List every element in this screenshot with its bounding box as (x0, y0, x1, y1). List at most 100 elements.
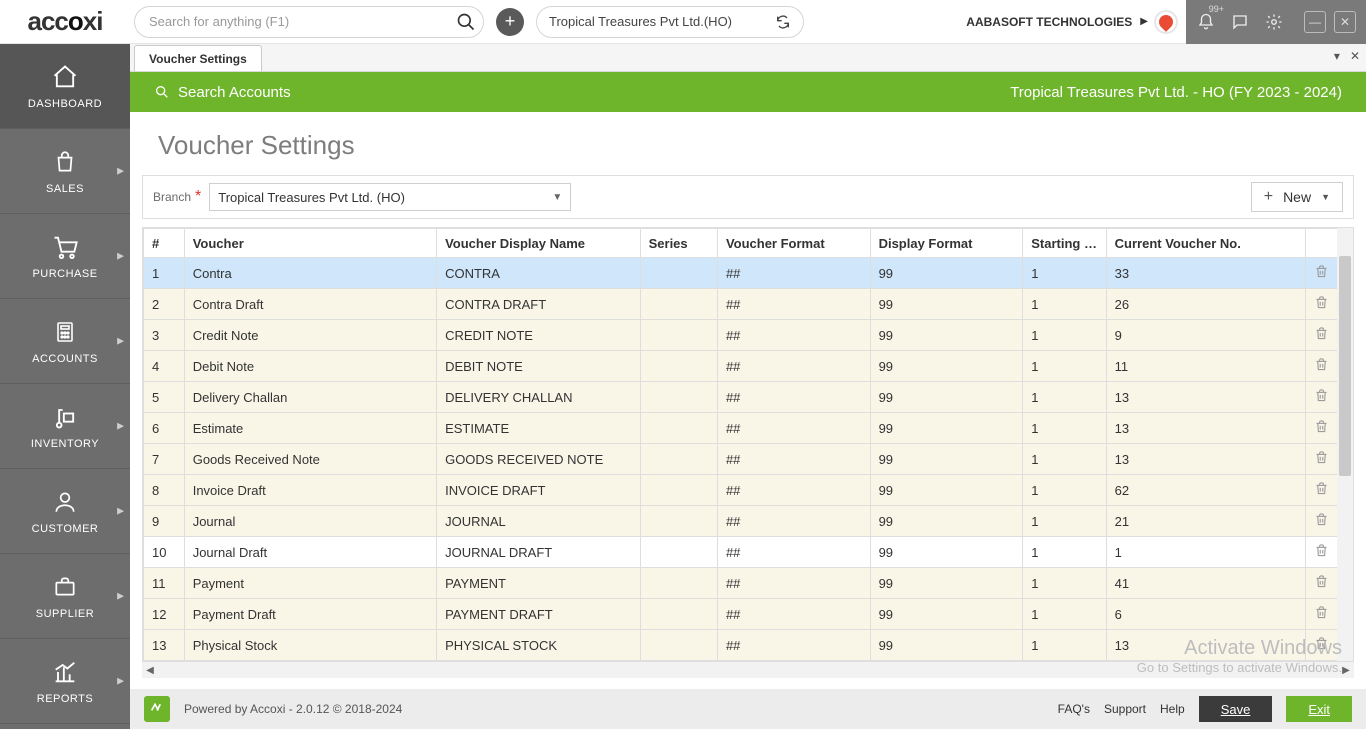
table-row[interactable]: 5Delivery ChallanDELIVERY CHALLAN##99113 (144, 382, 1353, 413)
table-row[interactable]: 4Debit NoteDEBIT NOTE##99111 (144, 351, 1353, 382)
cell-current: 13 (1106, 444, 1305, 475)
chart-icon (50, 657, 80, 687)
cell-display: PAYMENT DRAFT (437, 599, 641, 630)
scroll-left-icon[interactable]: ◀ (142, 662, 158, 678)
cell-current: 26 (1106, 289, 1305, 320)
quick-add-button[interactable]: + (496, 8, 524, 36)
cell-series (640, 351, 717, 382)
sidebar-item-purchase[interactable]: PURCHASE ▶ (0, 214, 130, 299)
sidebar-item-dashboard[interactable]: DASHBOARD (0, 44, 130, 129)
company-switcher[interactable]: Tropical Treasures Pvt Ltd.(HO) (536, 6, 804, 38)
sidebar-item-customer[interactable]: CUSTOMER ▶ (0, 469, 130, 554)
new-button[interactable]: + New ▼ (1251, 182, 1343, 212)
support-link[interactable]: Support (1104, 702, 1146, 716)
delete-row-button[interactable] (1314, 481, 1329, 496)
cell-dformat: 99 (870, 382, 1023, 413)
chevron-right-icon: ▶ (117, 506, 124, 517)
header-voucher[interactable]: Voucher (184, 229, 436, 258)
footer-powered: Powered by Accoxi - 2.0.12 © 2018-2024 (184, 702, 402, 716)
chevron-right-icon: ▶ (117, 591, 124, 602)
search-accounts-button[interactable]: Search Accounts (154, 84, 291, 101)
tab-menu-icon[interactable]: ▾ (1334, 49, 1340, 63)
exit-button[interactable]: Exit (1286, 696, 1352, 722)
cell-idx: 10 (144, 537, 185, 568)
cell-current: 11 (1106, 351, 1305, 382)
cell-idx: 5 (144, 382, 185, 413)
header-idx[interactable]: # (144, 229, 185, 258)
header-display-format[interactable]: Display Format (870, 229, 1023, 258)
chat-icon[interactable] (1230, 12, 1250, 32)
delete-row-button[interactable] (1314, 264, 1329, 279)
bell-icon[interactable]: 99+ (1196, 12, 1216, 32)
delete-row-button[interactable] (1314, 636, 1329, 651)
close-button[interactable]: ✕ (1334, 11, 1356, 33)
delete-row-button[interactable] (1314, 605, 1329, 620)
sidebar-item-inventory[interactable]: INVENTORY ▶ (0, 384, 130, 469)
search-icon[interactable] (456, 12, 476, 32)
horizontal-scrollbar[interactable]: ◀ ▶ (142, 662, 1354, 678)
table-row[interactable]: 6EstimateESTIMATE##99113 (144, 413, 1353, 444)
cell-format: ## (717, 382, 870, 413)
cell-current: 13 (1106, 413, 1305, 444)
cell-format: ## (717, 351, 870, 382)
branch-select[interactable]: Tropical Treasures Pvt Ltd. (HO) ▼ (209, 183, 571, 211)
table-row[interactable]: 11PaymentPAYMENT##99141 (144, 568, 1353, 599)
table-row[interactable]: 7Goods Received NoteGOODS RECEIVED NOTE#… (144, 444, 1353, 475)
cell-series (640, 258, 717, 289)
sidebar-item-supplier[interactable]: SUPPLIER ▶ (0, 554, 130, 639)
cell-dformat: 99 (870, 258, 1023, 289)
cell-voucher: Contra (184, 258, 436, 289)
tab-voucher-settings[interactable]: Voucher Settings (134, 45, 262, 71)
tenant-name[interactable]: AABASOFT TECHNOLOGIES (966, 15, 1132, 29)
cell-format: ## (717, 630, 870, 661)
chevron-right-icon: ▶ (117, 251, 124, 262)
faqs-link[interactable]: FAQ's (1058, 702, 1090, 716)
company-context: Tropical Treasures Pvt Ltd. - HO (FY 202… (1010, 84, 1342, 101)
header-current[interactable]: Current Voucher No. (1106, 229, 1305, 258)
company-name: Tropical Treasures Pvt Ltd.(HO) (549, 14, 775, 29)
sidebar-item-accounts[interactable]: ACCOUNTS ▶ (0, 299, 130, 384)
save-button[interactable]: Save (1199, 696, 1273, 722)
delete-row-button[interactable] (1314, 419, 1329, 434)
delete-row-button[interactable] (1314, 326, 1329, 341)
table-row[interactable]: 13Physical StockPHYSICAL STOCK##99113 (144, 630, 1353, 661)
sidebar-item-sales[interactable]: SALES ▶ (0, 129, 130, 214)
refresh-icon[interactable] (775, 14, 791, 30)
table-row[interactable]: 10Journal DraftJOURNAL DRAFT##9911 (144, 537, 1353, 568)
delete-row-button[interactable] (1314, 512, 1329, 527)
cell-dformat: 99 (870, 320, 1023, 351)
header-format[interactable]: Voucher Format (717, 229, 870, 258)
plus-icon: + (1264, 188, 1273, 206)
minimize-button[interactable]: — (1304, 11, 1326, 33)
scroll-right-icon[interactable]: ▶ (1338, 662, 1354, 678)
table-row[interactable]: 9JournalJOURNAL##99121 (144, 506, 1353, 537)
delete-row-button[interactable] (1314, 357, 1329, 372)
vertical-scrollbar[interactable] (1337, 228, 1353, 661)
sidebar-item-reports[interactable]: REPORTS ▶ (0, 639, 130, 724)
gear-icon[interactable] (1264, 12, 1284, 32)
header-series[interactable]: Series (640, 229, 717, 258)
delete-row-button[interactable] (1314, 450, 1329, 465)
chevron-down-icon: ▼ (552, 192, 562, 203)
header-starting[interactable]: Starting Vou (1023, 229, 1106, 258)
cell-dformat: 99 (870, 289, 1023, 320)
table-row[interactable]: 8Invoice DraftINVOICE DRAFT##99162 (144, 475, 1353, 506)
tab-close-icon[interactable]: ✕ (1350, 49, 1360, 63)
cell-series (640, 320, 717, 351)
global-search-input[interactable] (134, 6, 484, 38)
help-link[interactable]: Help (1160, 702, 1185, 716)
table-row[interactable]: 1ContraCONTRA##99133 (144, 258, 1353, 289)
cell-dformat: 99 (870, 599, 1023, 630)
cell-format: ## (717, 258, 870, 289)
delete-row-button[interactable] (1314, 295, 1329, 310)
cell-series (640, 413, 717, 444)
delete-row-button[interactable] (1314, 388, 1329, 403)
delete-row-button[interactable] (1314, 543, 1329, 558)
table-row[interactable]: 2Contra DraftCONTRA DRAFT##99126 (144, 289, 1353, 320)
header-display-name[interactable]: Voucher Display Name (437, 229, 641, 258)
cell-current: 62 (1106, 475, 1305, 506)
table-row[interactable]: 3Credit NoteCREDIT NOTE##9919 (144, 320, 1353, 351)
delete-row-button[interactable] (1314, 574, 1329, 589)
table-row[interactable]: 12Payment DraftPAYMENT DRAFT##9916 (144, 599, 1353, 630)
cell-dformat: 99 (870, 506, 1023, 537)
